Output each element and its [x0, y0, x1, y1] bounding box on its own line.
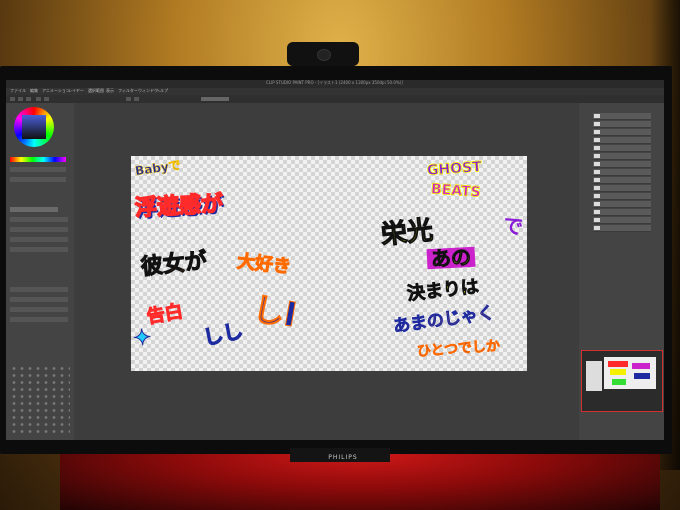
graffiti-left-1: 浮遊感が: [134, 191, 225, 222]
color-row[interactable]: [10, 167, 66, 172]
layer-row[interactable]: [593, 161, 651, 168]
layer-row[interactable]: [593, 121, 651, 128]
brush-size-row[interactable]: [10, 307, 68, 312]
quick-access-field[interactable]: [201, 97, 229, 101]
tool-property-row[interactable]: [10, 217, 68, 222]
graffiti-eikou: 栄光: [379, 215, 435, 251]
graffiti-babyde: Babyで: [134, 157, 182, 179]
graffiti-left-2: 彼女が: [139, 248, 209, 281]
color-wheel-icon[interactable]: [14, 107, 54, 147]
graffiti-ghost: GHOST: [426, 159, 483, 180]
color-row[interactable]: [10, 177, 66, 182]
menu-select[interactable]: 選択範囲: [88, 88, 104, 94]
layer-thumbnail-icon: [594, 202, 600, 206]
layer-thumbnail-icon: [594, 146, 600, 150]
tool-property-row[interactable]: [10, 207, 58, 212]
menu-bar: ファイル 編集 アニメーション レイヤー 選択範囲 表示 フィルター ウィンドウ…: [6, 88, 664, 95]
brush-size-row[interactable]: [10, 287, 68, 292]
undo-icon[interactable]: [36, 97, 41, 101]
layer-row[interactable]: [593, 185, 651, 192]
layer-row[interactable]: [593, 145, 651, 152]
webcam-lens-icon: [317, 49, 331, 61]
clear-icon[interactable]: [126, 97, 131, 101]
layer-row[interactable]: [593, 209, 651, 216]
layer-row[interactable]: [593, 153, 651, 160]
canvas-workspace: Babyで 浮遊感が 彼女が 大好き 告白 しし ✦ しl GHOST BEAT…: [74, 103, 579, 440]
menu-filter[interactable]: フィルター: [118, 88, 138, 94]
layer-thumbnail-icon: [594, 122, 600, 126]
menu-edit[interactable]: 編集: [30, 88, 38, 94]
fill-icon[interactable]: [134, 97, 139, 101]
layer-thumbnail-icon: [594, 130, 600, 134]
graffiti-kimariwa: 決まりは: [406, 276, 481, 305]
monitor-screen: CLIP STUDIO PAINT PRO - [イラスト1 (2400 x 1…: [6, 80, 664, 440]
graffiti-ano: あの: [426, 245, 476, 271]
layer-row[interactable]: [593, 193, 651, 200]
graffiti-amanojaku: あまのじゃく: [392, 303, 496, 338]
graffiti-left-cyan: ✦: [132, 325, 153, 352]
graffiti-hitotsu: ひとつでしか: [416, 338, 501, 360]
brush-size-row[interactable]: [10, 297, 68, 302]
window-title: CLIP STUDIO PAINT PRO - [イラスト1 (2400 x 1…: [266, 80, 403, 85]
menu-animation[interactable]: アニメーション: [42, 88, 70, 94]
brush-size-presets[interactable]: [10, 365, 70, 435]
layer-thumbnail-icon: [594, 138, 600, 142]
layer-thumbnail-icon: [594, 194, 600, 198]
layer-thumbnail-icon: [594, 186, 600, 190]
color-saturation-square[interactable]: [22, 115, 46, 139]
layer-thumbnail-icon: [594, 154, 600, 158]
graffiti-left-green: しし: [200, 318, 246, 351]
graffiti-left-3: 大好き: [236, 251, 293, 279]
navigator-thumbnail[interactable]: [604, 357, 656, 389]
navigator-panel: [581, 350, 663, 412]
save-icon[interactable]: [26, 97, 31, 101]
layer-row[interactable]: [593, 225, 651, 232]
webcam: [287, 42, 359, 66]
navigator-thumbnail-left: [586, 361, 602, 391]
layer-row[interactable]: [593, 169, 651, 176]
graffiti-de: で: [501, 212, 525, 240]
menu-help[interactable]: ヘルプ: [156, 88, 168, 94]
layer-thumbnail-icon: [594, 114, 600, 118]
graffiti-beats: BEATS: [430, 181, 482, 201]
layer-thumbnail-icon: [594, 218, 600, 222]
graffiti-left-4: 告白: [145, 301, 185, 329]
layer-row[interactable]: [593, 113, 651, 120]
layer-thumbnail-icon: [594, 226, 600, 230]
tool-property-row[interactable]: [10, 247, 68, 252]
graffiti-left-swirl: しl: [250, 289, 300, 335]
menu-layer[interactable]: レイヤー: [68, 88, 84, 94]
layer-thumbnail-icon: [594, 162, 600, 166]
layer-thumbnail-icon: [594, 178, 600, 182]
right-layer-panel: [579, 103, 664, 440]
redo-icon[interactable]: [44, 97, 49, 101]
left-tool-panel: [6, 103, 74, 440]
app-titlebar: CLIP STUDIO PAINT PRO - [イラスト1 (2400 x 1…: [6, 80, 664, 88]
open-file-icon[interactable]: [18, 97, 23, 101]
menu-window[interactable]: ウィンドウ: [138, 88, 158, 94]
drawing-canvas[interactable]: Babyで 浮遊感が 彼女が 大好き 告白 しし ✦ しl GHOST BEAT…: [131, 156, 527, 371]
layer-row[interactable]: [593, 137, 651, 144]
layer-thumbnail-icon: [594, 210, 600, 214]
layer-row[interactable]: [593, 177, 651, 184]
tool-property-row[interactable]: [10, 237, 68, 242]
menu-file[interactable]: ファイル: [10, 88, 26, 94]
hue-slider[interactable]: [10, 157, 66, 162]
tool-property-row[interactable]: [10, 227, 68, 232]
layer-row[interactable]: [593, 129, 651, 136]
brush-size-row[interactable]: [10, 317, 68, 322]
layer-row[interactable]: [593, 201, 651, 208]
monitor-brand-label: PHILIPS: [328, 454, 358, 461]
layer-thumbnail-icon: [594, 170, 600, 174]
menu-view[interactable]: 表示: [106, 88, 114, 94]
new-file-icon[interactable]: [10, 97, 15, 101]
layer-row[interactable]: [593, 217, 651, 224]
